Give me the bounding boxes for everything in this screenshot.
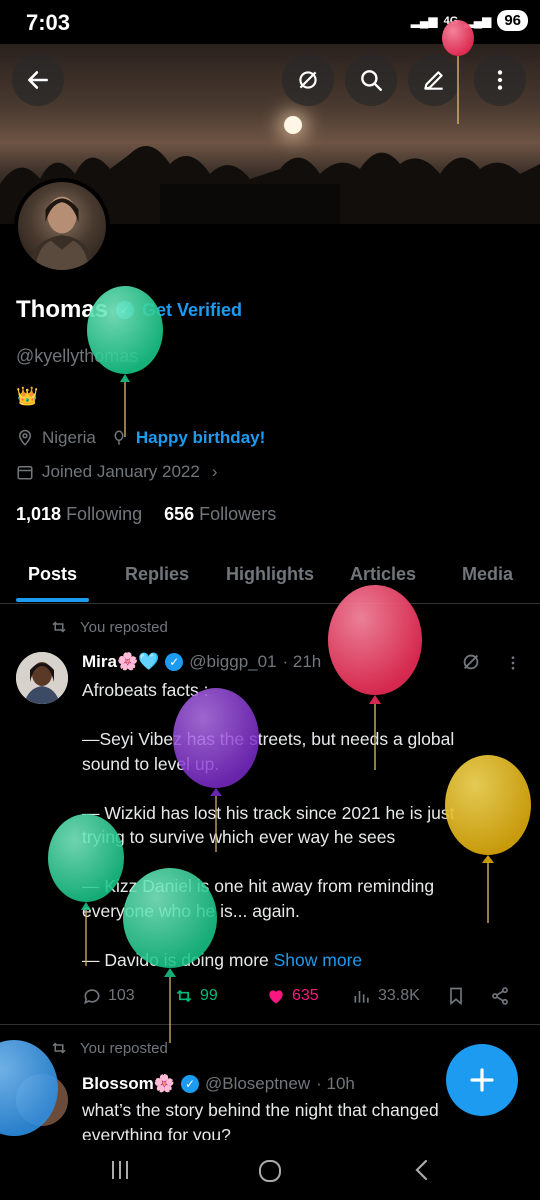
post-time: · 21h xyxy=(282,652,322,671)
post-handle[interactable]: @Bloseptnew xyxy=(205,1074,310,1094)
post-handle[interactable]: @biggp_01 xyxy=(189,652,276,672)
verified-check-icon: ✓ xyxy=(180,1075,199,1093)
repost-icon xyxy=(52,1042,66,1054)
compose-button[interactable] xyxy=(446,1044,518,1116)
signal-icon-2: ▂▄▆ xyxy=(464,13,492,28)
reply-button[interactable]: 103 xyxy=(82,986,135,1006)
signal-icon: ▂▄▆ xyxy=(410,13,438,28)
chevron-right-icon[interactable]: › xyxy=(212,462,218,482)
following-link[interactable]: 1,018 Following xyxy=(16,504,142,525)
view-count: 33.8K xyxy=(378,987,420,1004)
birthday-link[interactable]: Happy birthday! xyxy=(136,428,265,448)
repost-label: You reposted xyxy=(80,618,168,636)
grok-icon xyxy=(299,71,317,89)
post-author[interactable]: Mira🌸🩵 xyxy=(82,652,159,672)
joined-date: Joined January 2022 xyxy=(42,462,200,481)
like-button[interactable]: 635 xyxy=(266,986,319,1006)
post-avatar[interactable] xyxy=(16,652,68,704)
profile-name: Thomas xyxy=(16,296,109,323)
reply-count: 103 xyxy=(108,987,135,1004)
home-icon[interactable] xyxy=(257,1158,283,1184)
repost-icon xyxy=(52,621,66,633)
calendar-icon xyxy=(17,466,33,480)
pencil-icon xyxy=(424,71,443,90)
repost-label: You reposted xyxy=(80,1039,168,1057)
verified-check-icon: ✓ xyxy=(116,301,135,319)
tab-articles[interactable]: Articles xyxy=(350,564,416,585)
tab-replies[interactable]: Replies xyxy=(125,564,189,585)
status-time: 7:03 xyxy=(26,10,71,35)
bookmark-icon xyxy=(450,987,462,1006)
verified-check-icon: ✓ xyxy=(165,653,184,671)
get-verified-link[interactable]: Get Verified xyxy=(142,300,242,321)
reply-icon xyxy=(84,989,100,1005)
profile-location: Nigeria xyxy=(42,428,96,447)
post-more-icon[interactable] xyxy=(504,653,522,673)
post-author[interactable]: Blossom🌸 xyxy=(82,1074,175,1094)
edit-button[interactable] xyxy=(408,54,460,106)
profile-tabs: Posts Replies Highlights Articles Media xyxy=(0,556,540,604)
repost-indicator: You reposted xyxy=(50,1039,168,1057)
battery-indicator: 96 xyxy=(497,10,528,31)
back-button[interactable] xyxy=(12,54,64,106)
following-count: 1,018 xyxy=(16,504,62,524)
show-more-link[interactable]: Show more xyxy=(274,950,363,970)
repost-icon xyxy=(176,989,192,1003)
network-indicator: 4G xyxy=(443,14,459,27)
more-vertical-icon xyxy=(497,70,503,90)
tab-posts[interactable]: Posts xyxy=(28,564,77,585)
grok-button[interactable] xyxy=(282,54,334,106)
heart-icon xyxy=(269,990,283,1004)
followers-count: 656 xyxy=(164,504,195,524)
like-count: 635 xyxy=(292,987,319,1004)
views-button[interactable]: 33.8K xyxy=(352,986,420,1006)
post-avatar-photo xyxy=(16,652,68,704)
back-nav-icon[interactable] xyxy=(412,1158,432,1182)
profile-handle: @kyellythomas xyxy=(16,346,139,366)
bio-emoji: 👑 xyxy=(16,386,39,406)
active-tab-indicator xyxy=(16,598,89,602)
following-label: Following xyxy=(66,504,143,524)
more-options-button[interactable] xyxy=(474,54,526,106)
post-avatar[interactable] xyxy=(16,1074,68,1126)
search-button[interactable] xyxy=(345,54,397,106)
system-nav-bar xyxy=(0,1140,540,1200)
post-header: Blossom🌸 ✓ @Bloseptnew · 10h xyxy=(82,1074,355,1094)
repost-count: 99 xyxy=(200,987,218,1004)
arrow-left-icon xyxy=(28,71,48,89)
birthday-balloon-icon xyxy=(114,430,124,445)
post-header: Mira🌸🩵 ✓ @biggp_01 · 21h xyxy=(82,652,321,672)
followers-link[interactable]: 656 Followers xyxy=(164,504,276,525)
recent-apps-icon[interactable] xyxy=(108,1158,132,1182)
repost-indicator: You reposted xyxy=(50,618,168,636)
views-icon xyxy=(354,991,369,1003)
post-text[interactable]: Afrobeats facts : —Seyi Vibez has the st… xyxy=(82,678,502,972)
tab-highlights[interactable]: Highlights xyxy=(226,564,314,585)
post-text[interactable]: what’s the story behind the night that c… xyxy=(82,1098,502,1140)
post-time: · 10h xyxy=(316,1074,355,1093)
post-divider xyxy=(0,1024,540,1025)
plus-icon xyxy=(470,1068,494,1092)
followers-label: Followers xyxy=(199,504,277,524)
post-actions: 103 99 635 33.8K xyxy=(82,986,522,1012)
search-icon xyxy=(361,70,382,91)
bookmark-button[interactable] xyxy=(446,986,466,1006)
location-icon xyxy=(18,429,32,446)
profile-avatar[interactable] xyxy=(14,178,110,274)
grok-icon[interactable] xyxy=(460,651,482,673)
repost-button[interactable]: 99 xyxy=(174,986,218,1006)
share-button[interactable] xyxy=(490,986,510,1006)
status-bar: 7:03 ▂▄▆ 4G ▂▄▆ 96 xyxy=(0,0,540,44)
post-body: Afrobeats facts : —Seyi Vibez has the st… xyxy=(82,680,455,970)
share-icon xyxy=(492,987,508,1005)
tab-media[interactable]: Media xyxy=(462,564,513,585)
avatar-photo xyxy=(27,196,97,270)
